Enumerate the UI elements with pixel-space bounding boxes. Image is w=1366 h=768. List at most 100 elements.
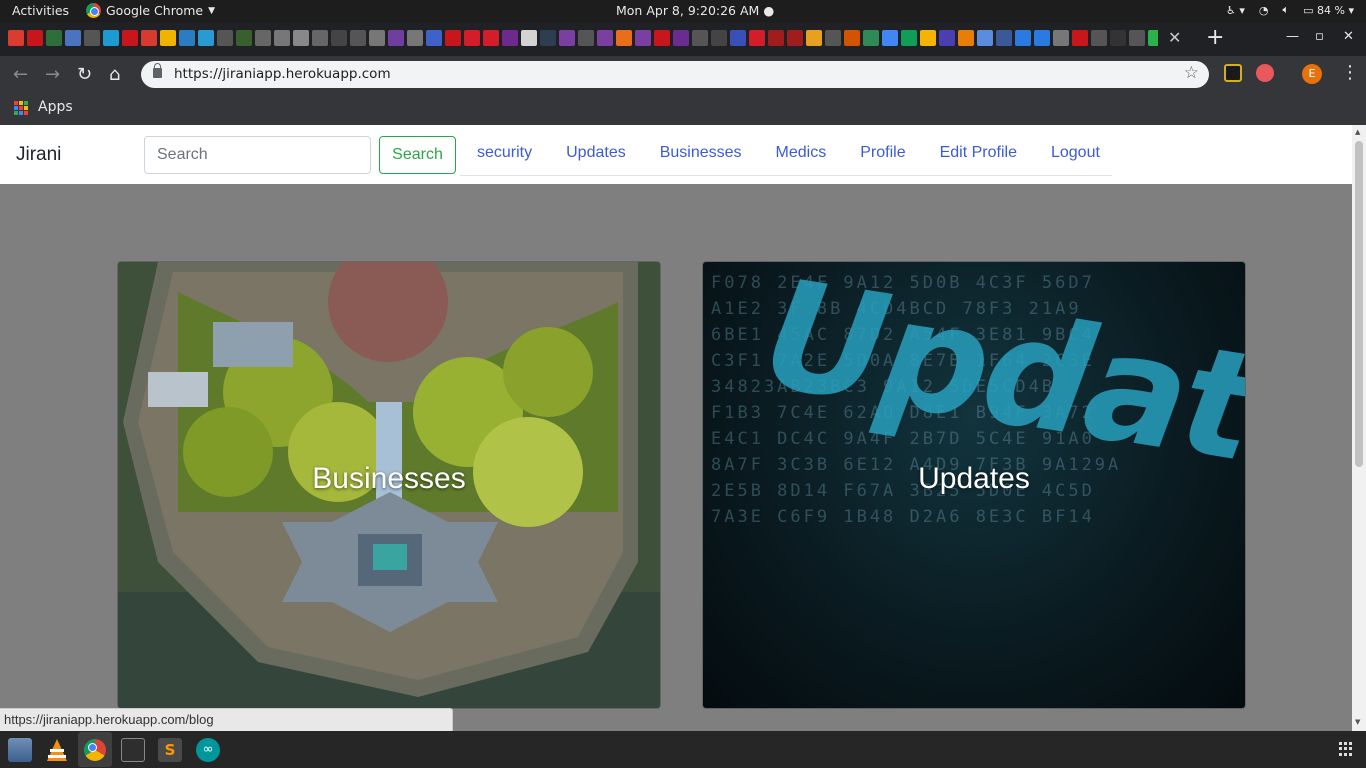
pinned-tab-favicon-icon[interactable] — [160, 30, 176, 46]
pinned-tab-favicon-icon[interactable] — [312, 30, 328, 46]
pinned-tab-favicon-icon[interactable] — [179, 30, 195, 46]
pinned-tab-favicon-icon[interactable] — [863, 30, 879, 46]
pinned-tab-favicon-icon[interactable] — [882, 30, 898, 46]
pinned-tab-favicon-icon[interactable] — [1148, 30, 1158, 46]
pinned-tab-favicon-icon[interactable] — [692, 30, 708, 46]
scroll-down-icon[interactable]: ▼ — [1355, 718, 1360, 726]
pinned-tab-favicon-icon[interactable] — [8, 30, 24, 46]
updates-card[interactable]: F078 2E4F 9A12 5D0B 4C3F 56D7 A1E2 3F 8B… — [702, 261, 1246, 709]
scroll-up-icon[interactable]: ▲ — [1355, 128, 1360, 136]
pinned-tab-favicon-icon[interactable] — [521, 30, 537, 46]
pinned-tab-favicon-icon[interactable] — [730, 30, 746, 46]
pinned-tab-favicon-icon[interactable] — [103, 30, 119, 46]
show-applications-icon[interactable] — [1339, 742, 1353, 756]
pinned-tab-favicon-icon[interactable] — [711, 30, 727, 46]
files-icon[interactable] — [8, 738, 32, 762]
nav-link-logout[interactable]: Logout — [1034, 136, 1117, 175]
profile-avatar[interactable]: E — [1302, 64, 1322, 84]
pinned-tab-favicon-icon[interactable] — [388, 30, 404, 46]
pinned-tab-favicon-icon[interactable] — [635, 30, 651, 46]
pinned-tab-favicon-icon[interactable] — [369, 30, 385, 46]
pinned-tab-favicon-icon[interactable] — [977, 30, 993, 46]
nav-link-security[interactable]: security — [460, 136, 549, 175]
pinned-tab-favicon-icon[interactable] — [749, 30, 765, 46]
pinned-tab-favicon-icon[interactable] — [217, 30, 233, 46]
pinned-tab-favicon-icon[interactable] — [293, 30, 309, 46]
extension-icon[interactable] — [1256, 64, 1274, 82]
vlc-icon[interactable] — [45, 738, 69, 762]
pinned-tab-favicon-icon[interactable] — [920, 30, 936, 46]
address-url[interactable]: https://jiraniapp.herokuapp.com — [174, 66, 391, 82]
pinned-tab-favicon-icon[interactable] — [274, 30, 290, 46]
bookmark-star-icon[interactable]: ☆ — [1184, 63, 1199, 83]
window-close-icon[interactable]: ✕ — [1343, 29, 1354, 44]
sublime-text-icon[interactable]: S — [158, 738, 182, 762]
back-icon[interactable]: ← — [13, 64, 28, 85]
extension-icon[interactable] — [1224, 64, 1242, 82]
pinned-tab-favicon-icon[interactable] — [654, 30, 670, 46]
reload-icon[interactable]: ↻ — [77, 64, 92, 85]
pinned-tab-favicon-icon[interactable] — [464, 30, 480, 46]
system-clock[interactable]: Mon Apr 8, 9:20:26 AM ● — [616, 3, 774, 18]
arduino-icon[interactable]: ∞ — [196, 738, 220, 762]
pinned-tab-favicon-icon[interactable] — [483, 30, 499, 46]
more-menu-icon[interactable]: ⋮ — [1341, 62, 1359, 83]
maximize-icon[interactable]: ▫ — [1315, 29, 1324, 44]
pinned-tab-favicon-icon[interactable] — [1015, 30, 1031, 46]
pinned-tab-favicon-icon[interactable] — [825, 30, 841, 46]
home-icon[interactable]: ⌂ — [109, 64, 120, 85]
pinned-tab-favicon-icon[interactable] — [1053, 30, 1069, 46]
activities-button[interactable]: Activities — [12, 3, 69, 18]
pinned-tab-favicon-icon[interactable] — [407, 30, 423, 46]
system-tray[interactable]: ♿︎ ▾ ◔ 🔈︎ ▭ 84 % ▾ — [1226, 3, 1354, 17]
nav-link-updates[interactable]: Updates — [549, 136, 643, 175]
chrome-icon[interactable] — [83, 738, 107, 762]
pinned-tab-favicon-icon[interactable] — [996, 30, 1012, 46]
pinned-tab-favicon-icon[interactable] — [806, 30, 822, 46]
apps-grid-icon[interactable] — [14, 101, 28, 115]
pinned-tab-favicon-icon[interactable] — [331, 30, 347, 46]
bookmark-apps[interactable]: Apps — [38, 99, 73, 115]
site-brand[interactable]: Jirani — [16, 144, 61, 166]
nav-link-medics[interactable]: Medics — [759, 136, 844, 175]
pinned-tab-favicon-icon[interactable] — [597, 30, 613, 46]
nav-link-businesses[interactable]: Businesses — [643, 136, 759, 175]
pinned-tab-favicon-icon[interactable] — [1110, 30, 1126, 46]
app-menu[interactable]: Google Chrome ▼ — [86, 3, 215, 18]
pinned-tab-favicon-icon[interactable] — [616, 30, 632, 46]
pinned-tab-favicon-icon[interactable] — [46, 30, 62, 46]
close-tab-icon[interactable]: ✕ — [1168, 28, 1181, 47]
accessibility-icon[interactable]: ♿︎ ▾ — [1226, 4, 1245, 17]
address-bar[interactable]: https://jiraniapp.herokuapp.com ☆ — [141, 61, 1209, 88]
scroll-thumb[interactable] — [1355, 141, 1363, 467]
pinned-tab-favicon-icon[interactable] — [84, 30, 100, 46]
search-button[interactable]: Search — [379, 136, 456, 174]
pinned-tab-favicon-icon[interactable] — [27, 30, 43, 46]
new-tab-button[interactable]: + — [1206, 25, 1224, 50]
pinned-tab-favicon-icon[interactable] — [787, 30, 803, 46]
pinned-tab-favicon-icon[interactable] — [559, 30, 575, 46]
pinned-tab-favicon-icon[interactable] — [1072, 30, 1088, 46]
minimize-icon[interactable]: — — [1286, 29, 1299, 44]
pinned-tab-favicon-icon[interactable] — [445, 30, 461, 46]
pinned-tab-favicon-icon[interactable] — [236, 30, 252, 46]
pinned-tab-favicon-icon[interactable] — [141, 30, 157, 46]
forward-icon[interactable]: → — [45, 64, 60, 85]
pinned-tab-favicon-icon[interactable] — [122, 30, 138, 46]
pinned-tab-favicon-icon[interactable] — [958, 30, 974, 46]
businesses-card[interactable]: Businesses — [117, 261, 661, 709]
pinned-tab-favicon-icon[interactable] — [673, 30, 689, 46]
pinned-tab-favicon-icon[interactable] — [1034, 30, 1050, 46]
nav-link-profile[interactable]: Profile — [843, 136, 922, 175]
pinned-tab-favicon-icon[interactable] — [350, 30, 366, 46]
pinned-tab-favicon-icon[interactable] — [939, 30, 955, 46]
pinned-tab-favicon-icon[interactable] — [65, 30, 81, 46]
search-input[interactable] — [144, 136, 371, 174]
pinned-tab-favicon-icon[interactable] — [255, 30, 271, 46]
pinned-tab-favicon-icon[interactable] — [578, 30, 594, 46]
pinned-tab-favicon-icon[interactable] — [502, 30, 518, 46]
pinned-tab-favicon-icon[interactable] — [1091, 30, 1107, 46]
pinned-tab-favicon-icon[interactable] — [540, 30, 556, 46]
nav-link-edit-profile[interactable]: Edit Profile — [923, 136, 1034, 175]
pinned-tab-favicon-icon[interactable] — [901, 30, 917, 46]
